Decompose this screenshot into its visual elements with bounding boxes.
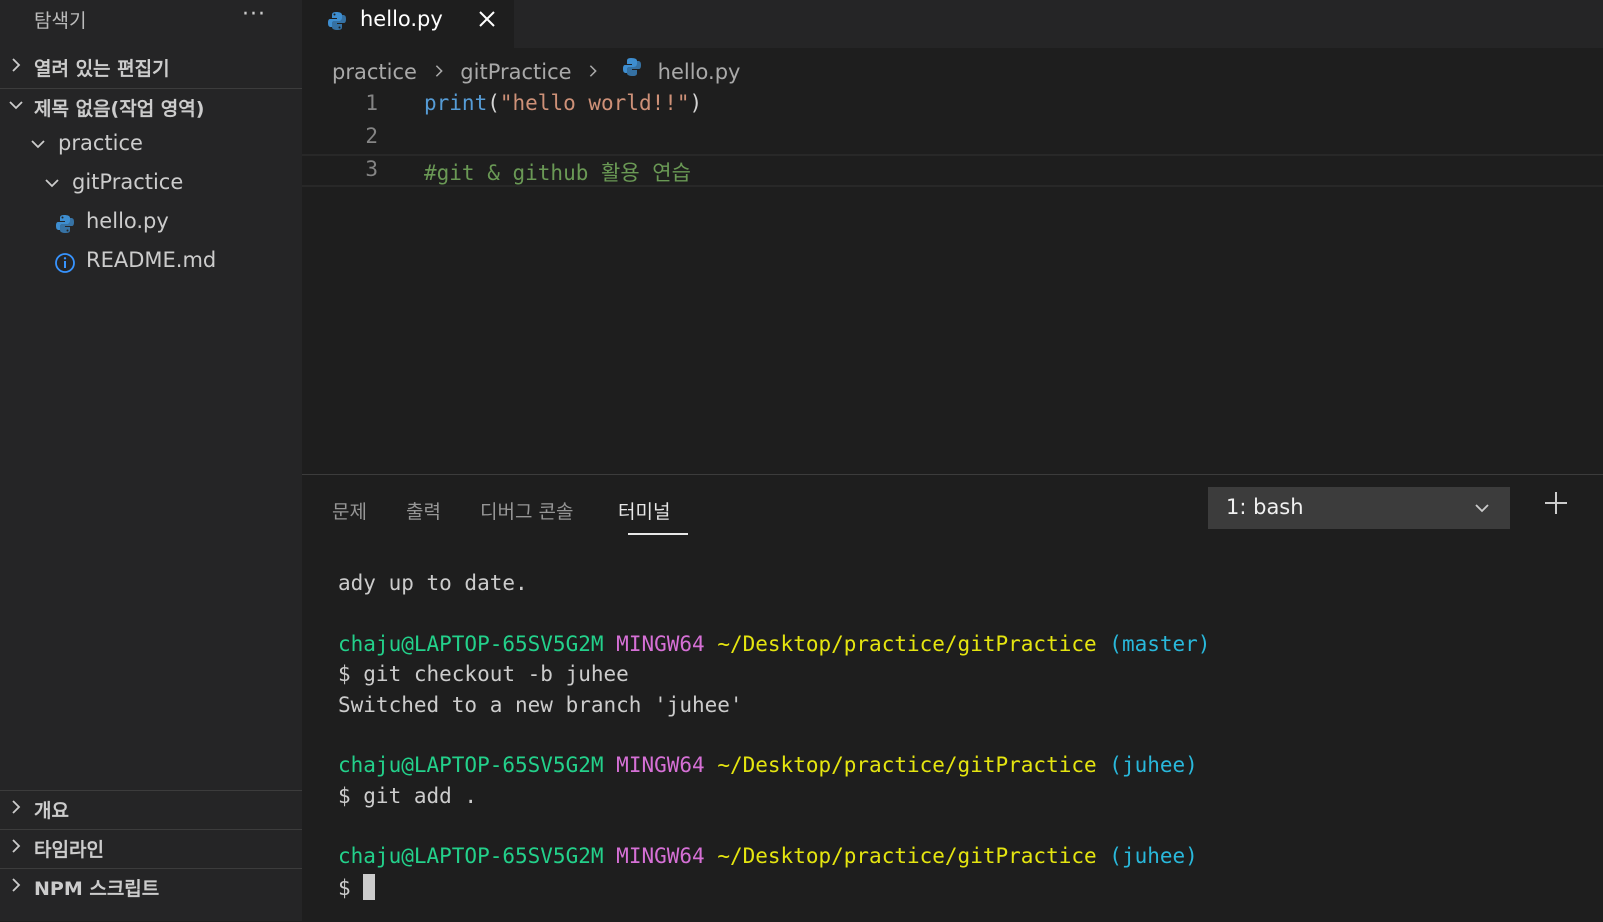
tree-folder-label: practice <box>58 131 143 155</box>
tree-file-label: README.md <box>86 248 217 272</box>
prompt-dollar: $ <box>338 876 364 900</box>
python-file-icon <box>622 58 641 76</box>
tab-hello-py[interactable]: hello.py <box>302 0 514 48</box>
breadcrumb-item[interactable]: hello.py <box>658 60 741 84</box>
chevron-right-icon <box>12 800 21 814</box>
line-number: 2 <box>365 124 378 148</box>
prompt-path: ~/Desktop/practice/gitPractice <box>717 632 1097 656</box>
code-token-paren: ( <box>487 91 500 115</box>
prompt-user: chaju@LAPTOP-65SV5G2M <box>338 753 604 777</box>
terminal-prompt: chaju@LAPTOP-65SV5G2M MINGW64 ~/Desktop/… <box>338 753 1198 783</box>
terminal-select[interactable]: 1: bash <box>1208 487 1510 529</box>
bottom-panel: 문제 출력 디버그 콘솔 터미널 1: bash ady up to date.… <box>302 474 1603 922</box>
code-token-paren: ) <box>689 91 703 115</box>
tree-folder-gitpractice[interactable]: gitPractice <box>0 166 302 204</box>
terminal-prompt: chaju@LAPTOP-65SV5G2M MINGW64 ~/Desktop/… <box>338 844 1198 874</box>
section-timeline-label: 타임라인 <box>34 839 104 861</box>
tree-file-hello-py[interactable]: hello.py <box>0 205 302 243</box>
python-file-icon <box>328 12 346 30</box>
code-token-function: print <box>424 91 488 115</box>
terminal-prompt: chaju@LAPTOP-65SV5G2M MINGW64 ~/Desktop/… <box>338 632 1210 662</box>
section-npm-scripts-label: NPM 스크립트 <box>34 878 160 900</box>
section-outline-label: 개요 <box>34 800 69 822</box>
section-timeline[interactable]: 타임라인 <box>0 829 302 867</box>
terminal-line: Switched to a new branch 'juhee' <box>338 693 743 717</box>
section-workspace-label: 제목 없음(작업 영역) <box>34 98 205 120</box>
prompt-user: chaju@LAPTOP-65SV5G2M <box>338 632 604 656</box>
code-text: print("hello world!!") <box>424 91 702 115</box>
close-icon[interactable] <box>476 8 498 30</box>
code-line: 1 print("hello world!!") <box>302 88 1603 121</box>
info-icon <box>55 253 75 273</box>
terminal-cursor <box>363 874 376 900</box>
breadcrumb-item[interactable]: practice <box>332 60 417 84</box>
section-workspace[interactable]: 제목 없음(작업 영역) <box>0 88 302 126</box>
breadcrumb: practice gitPractice hello.py <box>332 56 740 86</box>
line-number: 1 <box>365 91 378 115</box>
tab-terminal[interactable]: 터미널 <box>618 497 670 524</box>
terminal-line: ady up to date. <box>338 571 528 595</box>
terminal-input-line: $ <box>338 874 376 904</box>
prompt-path: ~/Desktop/practice/gitPractice <box>717 753 1097 777</box>
prompt-branch: (master) <box>1109 632 1211 656</box>
code-editor[interactable]: 1 print("hello world!!") 2 3 #git & gith… <box>302 88 1603 473</box>
prompt-user: chaju@LAPTOP-65SV5G2M <box>338 844 604 868</box>
code-token-comment: #git & github 활용 연습 <box>424 161 691 185</box>
chevron-right-icon <box>590 65 598 77</box>
prompt-branch: (juhee) <box>1109 753 1198 777</box>
code-line-current: 3 #git & github 활용 연습 <box>302 154 1603 187</box>
prompt-system: MINGW64 <box>616 753 705 777</box>
breadcrumb-item[interactable]: gitPractice <box>460 60 571 84</box>
tree-folder-practice[interactable]: practice <box>0 127 302 165</box>
line-number: 3 <box>365 157 378 181</box>
code-line: 2 <box>302 121 1603 154</box>
python-file-icon <box>56 215 74 233</box>
more-actions-icon[interactable]: ··· <box>242 2 266 27</box>
explorer-sidebar: 탐색기 ··· 열려 있는 편집기 제목 없음(작업 영역) practice … <box>0 0 302 921</box>
explorer-header: 탐색기 ··· <box>0 0 302 40</box>
tree-file-label: hello.py <box>86 209 169 233</box>
tab-output[interactable]: 출력 <box>406 497 441 524</box>
terminal-line: $ git checkout -b juhee <box>338 662 629 686</box>
chevron-down-icon <box>9 101 23 110</box>
chevron-down-icon <box>1475 504 1489 513</box>
chevron-right-icon <box>12 58 21 72</box>
terminal-line: $ git add . <box>338 784 478 808</box>
chevron-right-icon <box>12 878 21 892</box>
tree-file-readme[interactable]: README.md <box>0 244 302 282</box>
tab-debug-console[interactable]: 디버그 콘솔 <box>480 497 573 524</box>
section-open-editors-label: 열려 있는 편집기 <box>34 58 170 80</box>
prompt-system: MINGW64 <box>616 844 705 868</box>
new-terminal-icon[interactable] <box>1542 489 1570 517</box>
prompt-branch: (juhee) <box>1109 844 1198 868</box>
section-outline[interactable]: 개요 <box>0 790 302 828</box>
chevron-right-icon <box>12 839 21 853</box>
tab-label: hello.py <box>360 7 443 31</box>
tree-folder-label: gitPractice <box>72 170 184 194</box>
section-npm-scripts[interactable]: NPM 스크립트 <box>0 868 302 906</box>
prompt-system: MINGW64 <box>616 632 705 656</box>
section-open-editors[interactable]: 열려 있는 편집기 <box>0 48 302 86</box>
prompt-path: ~/Desktop/practice/gitPractice <box>717 844 1097 868</box>
chevron-down-icon <box>31 140 45 149</box>
chevron-down-icon <box>45 179 59 188</box>
chevron-right-icon <box>435 65 443 77</box>
active-tab-indicator <box>628 533 688 535</box>
terminal-select-value: 1: bash <box>1226 495 1304 519</box>
explorer-title: 탐색기 <box>34 10 87 32</box>
tab-problems[interactable]: 문제 <box>332 497 367 524</box>
code-token-string: "hello world!!" <box>499 91 690 115</box>
editor-tab-bar: hello.py <box>302 0 1603 48</box>
